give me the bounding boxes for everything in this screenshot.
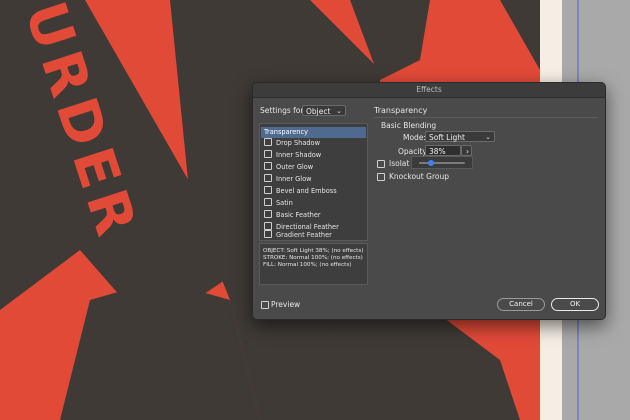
satin-checkbox[interactable] [264,198,272,206]
basic-feather-checkbox[interactable] [264,210,272,218]
opacity-value: 38% [429,147,446,156]
effects-list-item-label: Satin [276,199,293,207]
preview-label: Preview [271,300,301,309]
divider [374,117,598,118]
section-title: Transparency [374,106,428,115]
effects-list-item-label: Gradient Feather [276,231,332,239]
effects-list-item-outer-glow[interactable]: Outer Glow [261,162,366,173]
ok-button[interactable]: OK [551,298,599,311]
effects-list-item-label: Inner Shadow [276,151,322,159]
poster-dark-shape [60,280,260,420]
effects-list-item-label: Drop Shadow [276,139,320,147]
effects-dialog: Effects Settings for: Object ⌄ Transpare… [252,82,606,320]
effects-list-item-bevel-and-emboss[interactable]: Bevel and Emboss [261,186,366,197]
drop-shadow-checkbox[interactable] [264,138,272,146]
summary-stroke: STROKE: Normal 100%; (no effects) [263,255,363,261]
isolate-checkbox[interactable] [377,160,385,168]
effects-list-item-basic-feather[interactable]: Basic Feather [261,210,366,221]
inner-glow-checkbox[interactable] [264,174,272,182]
directional-feather-checkbox[interactable] [264,222,272,230]
dialog-title: Effects [253,83,605,98]
inner-shadow-checkbox[interactable] [264,150,272,158]
opacity-slider-toggle[interactable]: › [461,145,472,156]
bevel-and-emboss-checkbox[interactable] [264,186,272,194]
summary-fill: FILL: Normal 100%; (no effects) [263,262,352,268]
gradient-feather-checkbox[interactable] [264,230,272,238]
opacity-slider-track[interactable] [419,162,465,164]
settings-for-dropdown[interactable]: Object ⌄ [302,105,346,116]
effects-list-item-label: Transparency [264,128,308,136]
effects-list-item-transparency[interactable]: Transparency [261,127,366,138]
chevron-down-icon: ⌄ [336,107,342,115]
effects-list-item-satin[interactable]: Satin [261,198,366,209]
cancel-button[interactable]: Cancel [497,298,545,311]
summary-object: OBJECT: Soft Light 38%; (no effects) [263,248,364,254]
effects-list-item-label: Basic Feather [276,211,321,219]
knockout-group-label: Knockout Group [389,172,449,181]
settings-for-label: Settings for: [260,106,306,115]
effects-list-item-label: Bevel and Emboss [276,187,337,195]
mode-value: Soft Light [429,133,465,142]
chevron-down-icon: ⌄ [485,133,491,141]
mode-label: Mode: [403,133,426,142]
chevron-right-icon: › [466,147,469,156]
opacity-field[interactable]: 38% [425,145,461,156]
effects-list: Transparency Drop Shadow Inner Shadow Ou… [259,123,368,241]
opacity-slider-popup [411,156,473,169]
opacity-slider-handle[interactable] [427,159,434,166]
effects-list-item-inner-shadow[interactable]: Inner Shadow [261,150,366,161]
effects-list-item-gradient-feather[interactable]: Gradient Feather [261,230,366,240]
settings-for-value: Object [306,107,331,116]
effects-summary: OBJECT: Soft Light 38%; (no effects) STR… [259,243,368,285]
mode-dropdown[interactable]: Soft Light ⌄ [425,131,495,142]
outer-glow-checkbox[interactable] [264,162,272,170]
effects-list-item-inner-glow[interactable]: Inner Glow [261,174,366,185]
effects-list-item-drop-shadow[interactable]: Drop Shadow [261,138,366,149]
knockout-group-checkbox[interactable] [377,173,385,181]
basic-blending-title: Basic Blending [381,121,437,130]
preview-checkbox[interactable] [261,301,269,309]
effects-list-item-label: Inner Glow [276,175,312,183]
isolate-label: Isolat [389,159,410,168]
effects-list-item-label: Outer Glow [276,163,314,171]
